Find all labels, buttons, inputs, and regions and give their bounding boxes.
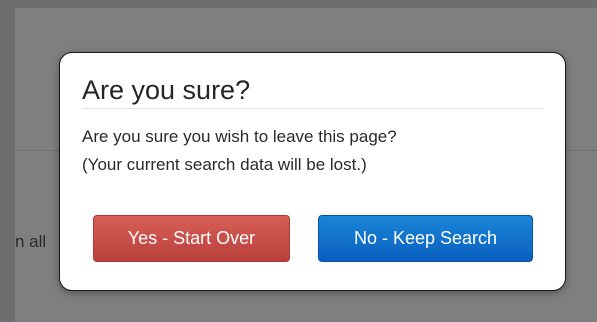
backdrop-partial-text: n all [15,232,47,251]
dialog-title-divider [82,108,543,109]
dialog-message-line-1: Are you sure you wish to leave this page… [82,127,397,146]
dialog-message-line-2: (Your current search data will be lost.) [82,155,367,174]
confirm-dialog: Are you sure? Are you sure you wish to l… [59,52,566,291]
keep-search-button[interactable]: No - Keep Search [318,215,533,262]
dialog-title: Are you sure? [82,75,251,105]
dialog-message: Are you sure you wish to leave this page… [82,123,397,179]
start-over-button[interactable]: Yes - Start Over [93,215,290,262]
